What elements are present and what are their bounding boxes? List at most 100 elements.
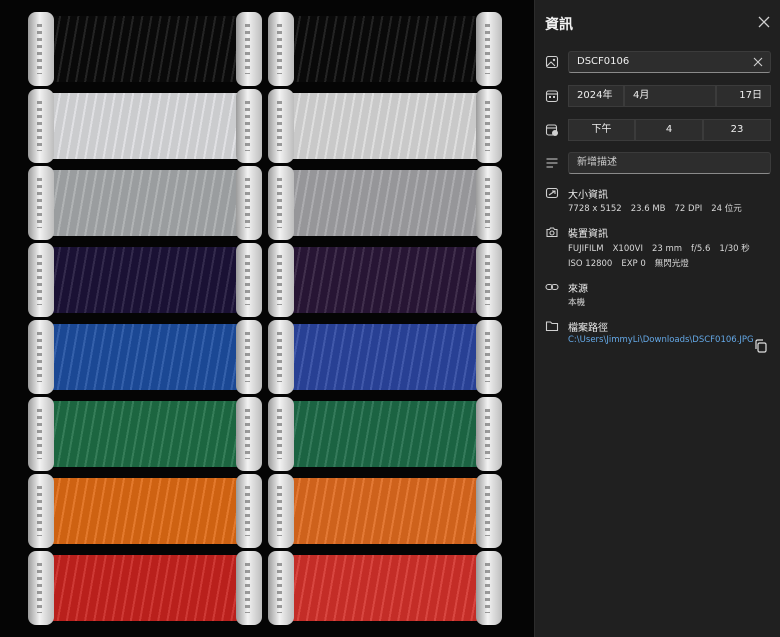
spool-end-cap: [476, 551, 502, 625]
spool-end-cap: [236, 320, 262, 394]
spool-end-cap: [476, 320, 502, 394]
spool-end-cap: [268, 166, 294, 240]
spool-end-cap: [236, 474, 262, 548]
iso: ISO 12800: [568, 259, 613, 269]
thread-spool-right-1: [268, 12, 502, 86]
file-path-section: 檔案路徑 C:\Users\JimmyLi\Downloads\DSCF0106…: [545, 318, 771, 348]
bit-depth: 24 位元: [711, 204, 742, 214]
text-lines-icon: [546, 158, 558, 168]
spool-end-cap: [236, 12, 262, 86]
spool-end-cap: [28, 474, 54, 548]
flash: 無閃光燈: [654, 259, 689, 269]
time-row: 下午 4 23: [545, 119, 771, 141]
spool-end-cap: [28, 551, 54, 625]
thread-wrap: [50, 16, 240, 82]
minute-picker[interactable]: 23: [703, 119, 771, 141]
image-icon: [545, 55, 559, 69]
thread-wrap: [290, 555, 480, 621]
thread-spool-right-2: [268, 89, 502, 163]
file-size: 23.6 MB: [630, 204, 666, 214]
thread-wrap: [50, 93, 240, 159]
spool-end-cap: [236, 166, 262, 240]
thread-wrap: [290, 93, 480, 159]
day-picker[interactable]: 17日: [716, 85, 771, 107]
spool-end-cap: [268, 12, 294, 86]
spool-end-cap: [476, 243, 502, 317]
spool-column-left: [28, 12, 262, 628]
camera-icon: [546, 227, 558, 238]
period-picker[interactable]: 下午: [568, 119, 635, 141]
spool-end-cap: [28, 243, 54, 317]
thread-wrap: [50, 555, 240, 621]
close-button[interactable]: [756, 14, 772, 30]
spool-end-cap: [236, 89, 262, 163]
description-input[interactable]: 新增描述: [568, 152, 771, 174]
copy-path-button[interactable]: [754, 338, 768, 353]
size-info-values: 7728 x 5152 23.6 MB 72 DPI 24 位元: [568, 202, 751, 214]
month-picker[interactable]: 4月: [624, 85, 716, 107]
camera-make: FUJIFILM: [568, 244, 604, 254]
spool-end-cap: [236, 551, 262, 625]
thread-spool-left-4: [28, 243, 262, 317]
photo-viewer[interactable]: [0, 0, 534, 637]
thread-wrap: [50, 324, 240, 390]
spool-end-cap: [28, 89, 54, 163]
description-placeholder: 新增描述: [577, 157, 617, 168]
thread-wrap: [50, 478, 240, 544]
thread-spool-right-4: [268, 243, 502, 317]
thread-wrap: [290, 16, 480, 82]
file-path-link[interactable]: C:\Users\JimmyLi\Downloads\DSCF0106.JPG: [568, 335, 754, 345]
spool-end-cap: [28, 166, 54, 240]
source-section: 來源 本機: [545, 279, 771, 309]
thread-spool-right-8: [268, 551, 502, 625]
spool-end-cap: [28, 12, 54, 86]
calendar-clock-icon: [545, 124, 558, 136]
thread-spool-left-5: [28, 320, 262, 394]
device-info-line2: ISO 12800 EXP 0 無閃光燈: [568, 257, 698, 269]
thread-spool-left-8: [28, 551, 262, 625]
thread-spool-right-7: [268, 474, 502, 548]
spool-end-cap: [236, 397, 262, 471]
thread-spool-left-2: [28, 89, 262, 163]
image-size-icon: [545, 187, 559, 199]
spool-end-cap: [236, 243, 262, 317]
filename-value: DSCF0106: [577, 56, 630, 67]
panel-title: 資訊: [545, 17, 573, 33]
year-picker[interactable]: 2024年: [568, 85, 624, 107]
exposure: EXP 0: [621, 259, 646, 269]
thread-spool-right-3: [268, 166, 502, 240]
thread-wrap: [290, 401, 480, 467]
thread-wrap: [50, 401, 240, 467]
size-info-section: 大小資訊 7728 x 5152 23.6 MB 72 DPI 24 位元: [545, 185, 771, 215]
copy-icon: [755, 339, 767, 353]
device-info-label: 裝置資訊: [568, 229, 608, 240]
spool-end-cap: [476, 397, 502, 471]
date-row: 2024年 4月 17日: [545, 85, 771, 107]
spool-end-cap: [268, 89, 294, 163]
calendar-icon: [545, 90, 559, 103]
thread-wrap: [290, 324, 480, 390]
spool-end-cap: [476, 474, 502, 548]
device-info-line1: FUJIFILM X100VI 23 mm f/5.6 1/30 秒: [568, 242, 759, 254]
spool-end-cap: [476, 89, 502, 163]
spool-end-cap: [268, 243, 294, 317]
dpi: 72 DPI: [674, 204, 703, 214]
source-value: 本機: [568, 298, 586, 308]
thread-spool-left-7: [28, 474, 262, 548]
size-info-label: 大小資訊: [568, 190, 608, 201]
spool-column-right: [268, 12, 502, 628]
focal-length: 23 mm: [651, 244, 683, 254]
thread-spool-left-3: [28, 166, 262, 240]
info-panel: 資訊 DSCF0106 2024年 4月 17日 下午 4 23 新增描述 大小…: [534, 0, 780, 637]
spool-end-cap: [476, 166, 502, 240]
spool-end-cap: [476, 12, 502, 86]
shutter-speed: 1/30 秒: [719, 244, 750, 254]
thread-spool-right-6: [268, 397, 502, 471]
spool-end-cap: [268, 397, 294, 471]
thread-spool-left-6: [28, 397, 262, 471]
thread-wrap: [290, 478, 480, 544]
camera-model: X100VI: [612, 244, 643, 254]
clear-icon[interactable]: [753, 57, 763, 67]
hour-picker[interactable]: 4: [635, 119, 703, 141]
filename-input[interactable]: DSCF0106: [568, 51, 771, 73]
